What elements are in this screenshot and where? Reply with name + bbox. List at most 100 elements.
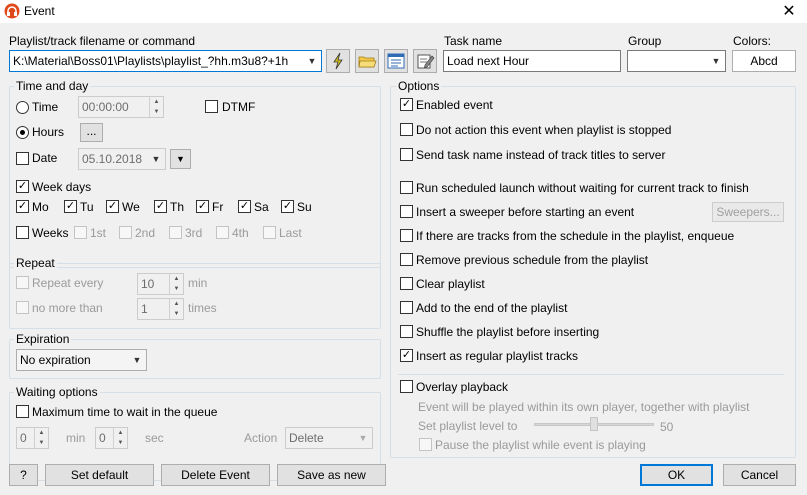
run-without-waiting-checkbox[interactable] — [400, 181, 413, 194]
dtmf-label: DTMF — [222, 100, 256, 114]
day-fr-checkbox[interactable]: ✓ — [196, 200, 209, 213]
dtmf-checkbox[interactable] — [205, 100, 218, 113]
edit-note-icon[interactable] — [413, 49, 437, 73]
day-we-checkbox[interactable]: ✓ — [106, 200, 119, 213]
week-last-checkbox[interactable] — [263, 226, 276, 239]
pause-playlist-checkbox[interactable] — [419, 438, 432, 451]
check-icon: ✓ — [401, 349, 412, 361]
wait-min-unit: min — [66, 431, 86, 445]
hours-label: Hours — [32, 125, 65, 139]
chevron-down-icon[interactable]: ▼ — [356, 428, 370, 448]
insert-sweeper-label: Insert a sweeper before starting an even… — [416, 205, 635, 219]
expiration-combobox[interactable]: No expiration ▼ — [16, 349, 147, 371]
day-sa-checkbox[interactable]: ✓ — [238, 200, 251, 213]
title-bar: Event ✕ — [0, 0, 807, 23]
repeat-every-input[interactable]: 10 ▲ ▼ — [137, 273, 184, 295]
date-label: Date — [32, 151, 58, 165]
lightning-icon[interactable] — [326, 49, 350, 73]
hours-radio[interactable] — [16, 126, 29, 139]
chevron-down-icon[interactable]: ▼ — [130, 350, 144, 370]
command-combobox[interactable]: K:\Material\Boss01\Playlists\playlist_?h… — [9, 50, 322, 72]
cancel-button[interactable]: Cancel — [723, 464, 796, 486]
delete-event-button[interactable]: Delete Event — [161, 464, 270, 486]
ok-button[interactable]: OK — [640, 464, 713, 486]
insert-sweeper-checkbox[interactable] — [400, 205, 413, 218]
week-1st-label: 1st — [90, 226, 107, 240]
no-action-when-stopped-checkbox[interactable] — [400, 123, 413, 136]
overlay-description: Event will be played within its own play… — [418, 400, 750, 414]
group-combobox[interactable]: ▼ — [627, 50, 726, 72]
wait-min-input[interactable]: 0 ▲ ▼ — [16, 427, 49, 449]
task-name-input[interactable]: Load next Hour — [443, 50, 621, 72]
no-more-than-unit: times — [188, 301, 217, 315]
folder-open-icon[interactable] — [355, 49, 379, 73]
help-button[interactable]: ? — [9, 464, 38, 486]
set-default-button[interactable]: Set default — [45, 464, 154, 486]
time-input[interactable]: 00:00:00 ▲ ▼ — [78, 96, 164, 118]
enabled-event-checkbox[interactable]: ✓ — [400, 98, 413, 111]
repeat-every-spinner[interactable]: ▲ ▼ — [169, 274, 183, 294]
enabled-event-label: Enabled event — [416, 98, 493, 112]
wait-min-spinner[interactable]: ▲ ▼ — [34, 428, 48, 448]
wait-sec-unit: sec — [145, 431, 164, 445]
week-2nd-checkbox[interactable] — [119, 226, 132, 239]
check-icon: ✓ — [107, 200, 118, 212]
week-last-label: Last — [279, 226, 302, 240]
hours-button[interactable]: ... — [80, 123, 103, 142]
calendar-dropdown-button[interactable]: ▼ — [170, 149, 191, 169]
close-icon[interactable]: ✕ — [772, 0, 806, 23]
week-1st-checkbox[interactable] — [74, 226, 87, 239]
no-more-than-label: no more than — [32, 301, 103, 315]
week-3rd-checkbox[interactable] — [169, 226, 182, 239]
task-name-value: Load next Hour — [447, 54, 530, 68]
clear-playlist-checkbox[interactable] — [400, 277, 413, 290]
repeat-every-checkbox[interactable] — [16, 276, 29, 289]
date-combobox[interactable]: 05.10.2018 ▼ — [78, 148, 166, 170]
no-more-than-checkbox[interactable] — [16, 301, 29, 314]
insert-as-regular-label: Insert as regular playlist tracks — [416, 349, 579, 363]
chevron-down-icon[interactable]: ▼ — [709, 51, 723, 71]
add-to-end-checkbox[interactable] — [400, 301, 413, 314]
time-spinner[interactable]: ▲ ▼ — [149, 97, 163, 117]
day-mo-checkbox[interactable]: ✓ — [16, 200, 29, 213]
time-and-day-group — [9, 86, 381, 268]
wait-sec-spinner[interactable]: ▲ ▼ — [113, 428, 127, 448]
wait-sec-input[interactable]: 0 ▲ ▼ — [95, 427, 128, 449]
chevron-down-icon[interactable]: ▼ — [305, 51, 319, 71]
overlay-playback-checkbox[interactable] — [400, 380, 413, 393]
insert-as-regular-checkbox[interactable]: ✓ — [400, 349, 413, 362]
date-checkbox[interactable] — [16, 152, 29, 165]
weeks-label: Weeks — [32, 226, 69, 240]
day-th-checkbox[interactable]: ✓ — [154, 200, 167, 213]
playlist-level-thumb[interactable] — [590, 417, 598, 431]
day-tu-checkbox[interactable]: ✓ — [64, 200, 77, 213]
day-su-label: Su — [297, 200, 312, 214]
action-combobox[interactable]: Delete ▼ — [285, 427, 373, 449]
shuffle-before-insert-label: Shuffle the playlist before inserting — [416, 325, 600, 339]
week-days-label: Week days — [32, 180, 92, 194]
enqueue-schedule-tracks-checkbox[interactable] — [400, 229, 413, 242]
overlay-playback-label: Overlay playback — [416, 380, 509, 394]
no-more-than-spinner[interactable]: ▲ ▼ — [169, 299, 183, 319]
save-as-new-button[interactable]: Save as new — [277, 464, 386, 486]
action-value: Delete — [289, 431, 324, 445]
repeat-every-label: Repeat every — [32, 276, 104, 290]
week-days-checkbox[interactable]: ✓ — [16, 180, 29, 193]
time-radio[interactable] — [16, 101, 29, 114]
week-4th-checkbox[interactable] — [216, 226, 229, 239]
check-icon: ✓ — [17, 200, 28, 212]
colors-button[interactable]: Abcd — [732, 50, 796, 72]
send-task-name-checkbox[interactable] — [400, 148, 413, 161]
list-window-icon[interactable] — [384, 49, 408, 73]
max-wait-checkbox[interactable] — [16, 405, 29, 418]
shuffle-before-insert-checkbox[interactable] — [400, 325, 413, 338]
max-wait-label: Maximum time to wait in the queue — [32, 405, 218, 419]
no-more-than-input[interactable]: 1 ▲ ▼ — [137, 298, 184, 320]
sweepers-button[interactable]: Sweepers... — [712, 202, 784, 222]
week-3rd-label: 3rd — [185, 226, 203, 240]
chevron-down-icon[interactable]: ▼ — [149, 149, 163, 169]
weeks-checkbox[interactable] — [16, 226, 29, 239]
pause-playlist-label: Pause the playlist while event is playin… — [435, 438, 646, 452]
day-su-checkbox[interactable]: ✓ — [281, 200, 294, 213]
remove-previous-schedule-checkbox[interactable] — [400, 253, 413, 266]
